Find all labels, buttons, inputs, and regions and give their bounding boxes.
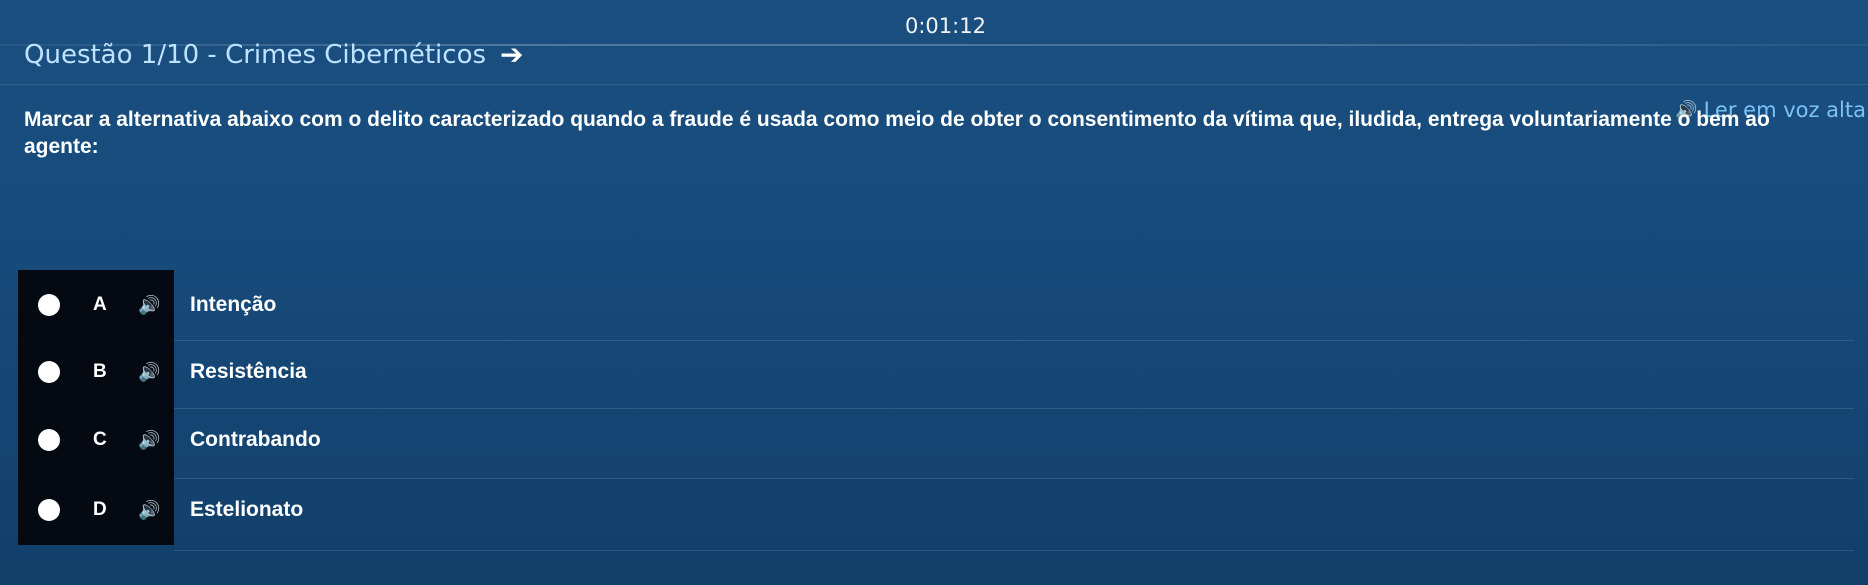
radio-button[interactable] xyxy=(38,294,60,316)
option-letter: B xyxy=(93,361,107,382)
option-text[interactable]: Resistência xyxy=(190,360,307,384)
header-divider xyxy=(0,84,1868,85)
arrow-right-icon[interactable]: ➔ xyxy=(500,41,523,69)
option-c[interactable]: C 🔊 Contrabando xyxy=(18,410,1848,470)
speaker-icon[interactable]: 🔊 xyxy=(138,430,160,451)
option-letter: A xyxy=(93,294,107,315)
radio-button[interactable] xyxy=(38,429,60,451)
option-b[interactable]: B 🔊 Resistência xyxy=(18,342,1848,402)
option-letter: D xyxy=(93,499,107,520)
option-d[interactable]: D 🔊 Estelionato xyxy=(18,480,1848,540)
question-header: Questão 1/10 - Crimes Cibernéticos ➔ xyxy=(24,40,524,70)
radio-button[interactable] xyxy=(38,361,60,383)
option-text[interactable]: Estelionato xyxy=(190,498,303,522)
timer: 0:01:12 xyxy=(905,14,986,38)
question-text: Marcar a alternativa abaixo com o delito… xyxy=(24,108,1770,158)
speaker-icon[interactable]: 🔊 xyxy=(138,500,160,521)
speaker-icon[interactable]: 🔊 xyxy=(138,295,160,316)
option-divider xyxy=(174,340,1854,341)
option-divider xyxy=(174,478,1854,479)
option-divider xyxy=(174,550,1854,551)
option-letter: C xyxy=(93,429,107,450)
option-a[interactable]: A 🔊 Intenção xyxy=(18,275,1848,335)
option-text[interactable]: Intenção xyxy=(190,293,276,317)
option-text[interactable]: Contrabando xyxy=(190,428,321,452)
option-divider xyxy=(174,408,1854,409)
speaker-icon[interactable]: 🔊 xyxy=(138,362,160,383)
radio-button[interactable] xyxy=(38,499,60,521)
question-title: Questão 1/10 - Crimes Cibernéticos xyxy=(24,40,487,70)
